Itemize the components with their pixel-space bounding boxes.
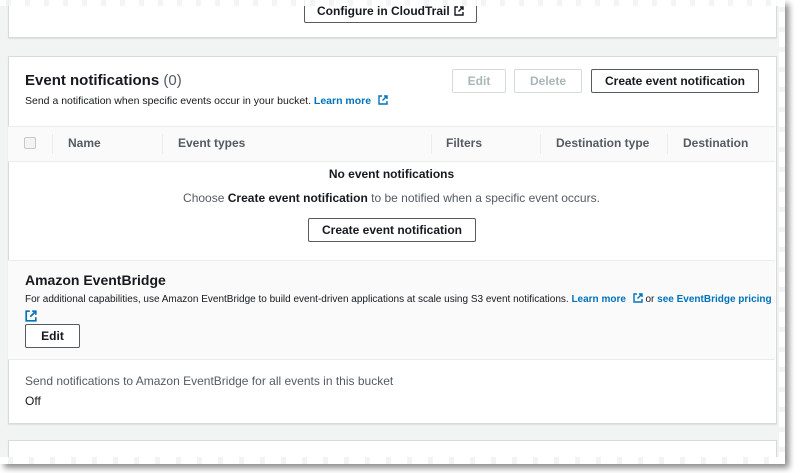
eventbridge-edit-button[interactable]: Edit xyxy=(25,324,80,348)
column-header-destination[interactable]: Destination xyxy=(683,136,748,150)
delete-button[interactable]: Delete xyxy=(514,69,582,93)
eventbridge-description-row: For additional capabilities, use Amazon … xyxy=(25,293,772,305)
eventbridge-description: For additional capabilities, use Amazon … xyxy=(25,294,569,305)
column-divider xyxy=(431,134,432,154)
screenshot-stage: Configure in CloudTrail Event notificati… xyxy=(0,0,785,464)
select-all-checkbox[interactable] xyxy=(24,137,36,149)
column-divider xyxy=(162,134,163,154)
eventbridge-setting-label: Send notifications to Amazon EventBridge… xyxy=(25,374,394,388)
create-event-notification-label: Create event notification xyxy=(604,74,746,88)
column-header-destination-type[interactable]: Destination type xyxy=(556,136,649,150)
external-link-icon[interactable] xyxy=(25,310,37,322)
configure-cloudtrail-label: Configure in CloudTrail xyxy=(317,4,450,18)
event-notifications-description-row: Send a notification when specific events… xyxy=(25,95,388,107)
event-notifications-description: Send a notification when specific events… xyxy=(25,95,311,107)
external-link-icon xyxy=(453,6,464,16)
delete-button-label: Delete xyxy=(529,74,567,88)
empty-state-bold: Create event notification xyxy=(227,191,368,205)
external-link-icon[interactable] xyxy=(632,293,643,303)
column-divider xyxy=(667,134,668,154)
torn-edge-top xyxy=(0,0,785,6)
eventbridge-learn-more-link[interactable]: Learn more xyxy=(571,294,625,305)
eventbridge-pricing-link[interactable]: see EventBridge pricing xyxy=(657,294,771,305)
eventbridge-edit-label: Edit xyxy=(41,329,64,343)
empty-state-prefix: Choose xyxy=(183,191,225,205)
empty-state-description: Choose Create event notification to be n… xyxy=(8,191,775,205)
table-header: Name Event types Filters Destination typ… xyxy=(8,126,775,162)
learn-more-link[interactable]: Learn more xyxy=(314,95,371,107)
or-text: or xyxy=(645,294,655,305)
eventbridge-title: Amazon EventBridge xyxy=(25,272,166,288)
torn-edge-bottom xyxy=(0,457,785,464)
edit-button[interactable]: Edit xyxy=(452,69,506,93)
column-divider xyxy=(52,134,53,154)
create-event-notification-button[interactable]: Create event notification xyxy=(591,69,759,93)
eventbridge-setting-value: Off xyxy=(25,394,41,408)
event-notifications-heading: Event notifications (0) xyxy=(25,72,182,89)
column-divider xyxy=(540,134,541,154)
empty-state-title: No event notifications xyxy=(328,167,455,181)
empty-create-event-notification-button[interactable]: Create event notification xyxy=(308,218,476,242)
torn-edge-right xyxy=(779,0,785,464)
empty-create-label: Create event notification xyxy=(321,223,463,237)
event-notifications-title: Event notifications xyxy=(25,72,160,89)
column-header-name[interactable]: Name xyxy=(68,136,101,150)
column-header-filters[interactable]: Filters xyxy=(446,136,482,150)
column-header-event-types[interactable]: Event types xyxy=(178,136,245,150)
empty-state-suffix: to be notified when a specific event occ… xyxy=(371,191,600,205)
edit-button-label: Edit xyxy=(467,74,491,88)
external-link-icon[interactable] xyxy=(378,95,388,105)
event-notifications-count: (0) xyxy=(163,72,182,89)
